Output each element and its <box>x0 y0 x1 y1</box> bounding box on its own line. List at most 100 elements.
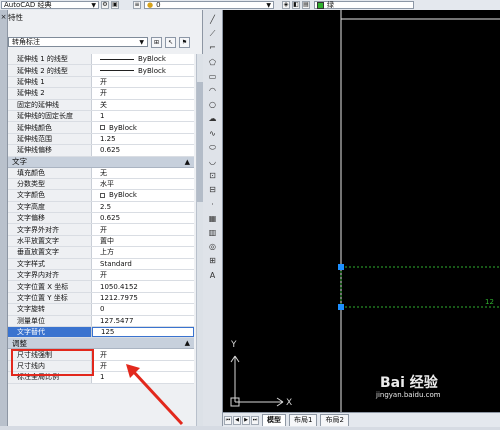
workspace-tool-icon[interactable]: ▣ <box>111 1 119 9</box>
close-icon[interactable]: × <box>0 14 7 21</box>
property-row[interactable]: 延伸线 2 的线型 ByBlock <box>8 65 194 77</box>
property-row[interactable]: 固定的延伸线关 <box>8 99 194 111</box>
color-dropdown[interactable]: 绿 <box>314 1 414 9</box>
linetype-preview-icon <box>100 70 134 72</box>
property-row[interactable]: 延伸线偏移 0.625 <box>8 145 194 157</box>
next-tab-icon[interactable]: ▶ <box>242 415 250 425</box>
property-value[interactable]: 127.5477 <box>92 315 194 326</box>
object-type-dropdown[interactable]: 转角标注 ▼ <box>8 37 148 47</box>
tab-layout1[interactable]: 布局1 <box>289 414 318 426</box>
polygon-tool-icon[interactable]: ⬠ <box>207 57 218 68</box>
property-row[interactable]: 文字位置 Y 坐标 1212.7975 <box>8 292 194 305</box>
tab-layout2[interactable]: 布局2 <box>320 414 349 426</box>
property-value[interactable]: 0.625 <box>92 213 194 224</box>
first-tab-icon[interactable]: ⏮ <box>224 415 232 425</box>
line-tool-icon[interactable]: ╱ <box>207 14 218 25</box>
rectangle-tool-icon[interactable]: ▭ <box>207 71 218 82</box>
property-row[interactable]: 延伸线的固定长度 1 <box>8 110 194 123</box>
collapse-icon[interactable]: ▲ <box>185 339 190 347</box>
property-value[interactable]: 2.5 <box>92 201 194 213</box>
property-row[interactable]: 文字偏移 0.625 <box>8 213 194 225</box>
drawing-canvas[interactable]: 12 Y X <box>223 10 500 412</box>
panel-scrollbar[interactable] <box>196 54 203 426</box>
xline-tool-icon[interactable]: ⟋ <box>207 28 218 39</box>
property-row[interactable]: 水平放置文字 置中 <box>8 235 194 248</box>
property-value-text: 关 <box>100 100 107 109</box>
layer-dropdown[interactable]: ● 0 ▼ <box>144 1 274 9</box>
gear-icon[interactable]: ⚙ <box>101 1 109 9</box>
property-row[interactable]: 文字替代 125 <box>8 326 194 339</box>
property-value[interactable]: 开 <box>92 349 194 360</box>
property-value[interactable]: 水平 <box>92 178 194 190</box>
property-row[interactable]: 测量单位 127.5477 <box>8 315 194 327</box>
property-row[interactable]: 分数类型 水平 <box>8 178 194 191</box>
property-value[interactable]: 1.25 <box>92 133 194 145</box>
circle-tool-icon[interactable]: ○ <box>207 99 218 110</box>
property-value[interactable]: 开 <box>92 88 194 99</box>
property-row[interactable]: 文字样式 Standard <box>8 258 194 271</box>
table-tool-icon[interactable]: ⊞ <box>207 255 218 266</box>
layer-state-icon[interactable]: ▤ <box>302 1 310 9</box>
property-row[interactable]: 文字位置 X 坐标 1050.4152 <box>8 281 194 293</box>
quick-select-icon[interactable]: ⚑ <box>179 36 190 48</box>
property-value[interactable]: ByBlock <box>92 65 194 76</box>
property-value[interactable]: 无 <box>92 167 194 178</box>
property-row[interactable]: 延伸线颜色 ByBlock <box>8 122 194 134</box>
property-value[interactable]: 开 <box>92 224 194 235</box>
property-value[interactable]: 1212.7975 <box>92 292 194 304</box>
arc-tool-icon[interactable]: ◠ <box>207 85 218 96</box>
property-row[interactable]: 填充颜色无 <box>8 167 194 179</box>
property-value[interactable]: 125 <box>92 326 194 338</box>
gradient-tool-icon[interactable]: ▥ <box>207 227 218 238</box>
cloud-tool-icon[interactable]: ☁ <box>207 113 218 124</box>
collapse-icon[interactable]: ▲ <box>185 158 190 166</box>
workspace-dropdown[interactable]: AutoCAD 经典 ▼ <box>1 1 99 9</box>
last-tab-icon[interactable]: ⏭ <box>251 415 259 425</box>
hatch-tool-icon[interactable]: ▦ <box>207 213 218 224</box>
insert-block-icon[interactable]: ⊡ <box>207 170 218 181</box>
property-row[interactable]: 延伸线 1 的线型 ByBlock <box>8 54 194 66</box>
property-row[interactable]: 文字界内对齐开 <box>8 270 194 282</box>
spline-tool-icon[interactable]: ∿ <box>207 128 218 139</box>
property-value[interactable]: 置中 <box>92 235 194 247</box>
property-value[interactable]: ByBlock <box>92 122 194 133</box>
property-value[interactable]: ByBlock <box>92 190 194 201</box>
property-row[interactable]: 延伸线 1 开 <box>8 76 194 89</box>
property-value[interactable]: 1050.4152 <box>92 281 194 292</box>
section-header[interactable]: 文字 ▲ <box>8 156 194 168</box>
property-value[interactable]: 0.625 <box>92 145 194 156</box>
polyline-tool-icon[interactable]: ⌐ <box>207 42 218 53</box>
property-value[interactable]: Standard <box>92 258 194 270</box>
property-value[interactable]: 0 <box>92 304 194 315</box>
property-value[interactable]: 关 <box>92 99 194 110</box>
prev-tab-icon[interactable]: ◀ <box>233 415 241 425</box>
ellipse-arc-tool-icon[interactable]: ◡ <box>207 156 218 167</box>
property-row[interactable]: 延伸线范围 1.25 <box>8 133 194 146</box>
property-value[interactable]: 1 <box>92 110 194 122</box>
toggle-pickadd-icon[interactable]: ⊞ <box>151 36 162 48</box>
layer-tool-icon[interactable]: ◈ <box>282 1 290 9</box>
property-row[interactable]: 文字旋转 0 <box>8 304 194 316</box>
property-value-text: 开 <box>100 361 107 370</box>
property-value[interactable]: 上方 <box>92 247 194 258</box>
region-tool-icon[interactable]: ◎ <box>207 241 218 252</box>
property-row[interactable]: 文字界外对齐开 <box>8 224 194 236</box>
select-objects-icon[interactable]: ↖ <box>165 36 176 48</box>
property-row[interactable]: 文字颜色 ByBlock <box>8 190 194 202</box>
point-tool-icon[interactable]: · <box>207 199 218 210</box>
property-value[interactable]: 开 <box>92 76 194 88</box>
property-label: 延伸线的固定长度 <box>8 110 92 122</box>
mtext-tool-icon[interactable]: A <box>207 270 218 281</box>
section-header[interactable]: 调整 ▲ <box>8 338 194 350</box>
property-row[interactable]: 垂直放置文字 上方 <box>8 247 194 259</box>
property-row[interactable]: 延伸线 2 开 <box>8 88 194 100</box>
make-block-icon[interactable]: ⊟ <box>207 184 218 195</box>
layer-previous-icon[interactable]: ◧ <box>292 1 300 9</box>
property-value-text: 1 <box>100 112 105 121</box>
property-row[interactable]: 文字高度 2.5 <box>8 201 194 214</box>
property-value[interactable]: ByBlock <box>92 54 194 65</box>
property-value[interactable]: 开 <box>92 270 194 281</box>
ellipse-tool-icon[interactable]: ⬭ <box>207 142 218 153</box>
tab-model[interactable]: 模型 <box>262 414 286 426</box>
layer-manager-icon[interactable]: ≡ <box>133 1 141 9</box>
